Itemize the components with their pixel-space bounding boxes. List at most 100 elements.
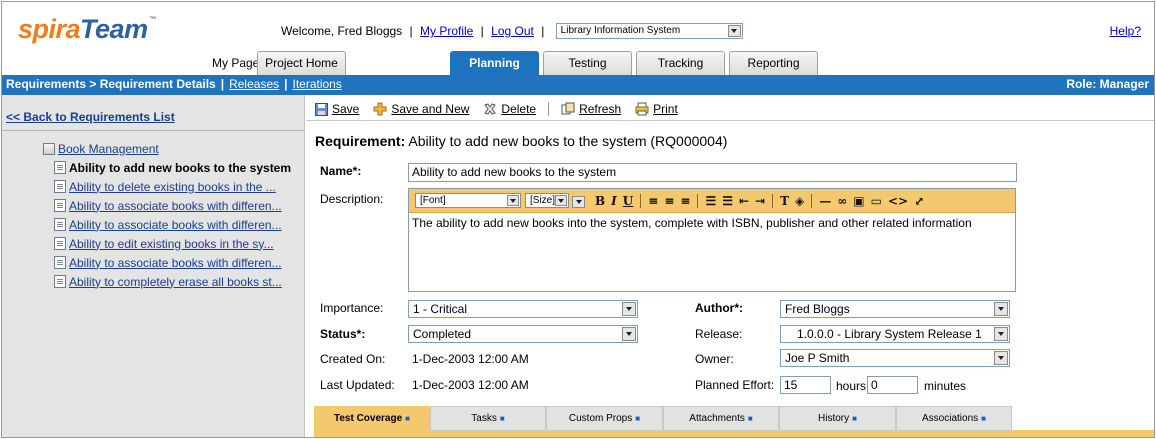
log-out-link[interactable]: Log Out <box>491 24 534 38</box>
image-icon[interactable]: ▣ <box>853 194 864 208</box>
tab-indicator-icon: ■ <box>981 414 986 423</box>
chevron-down-icon[interactable] <box>994 327 1008 341</box>
highlight-icon[interactable]: ◈ <box>795 194 804 208</box>
last-updated-value: 1-Dec-2003 12:00 AM <box>412 378 529 392</box>
effort-minutes-input[interactable]: 0 <box>867 376 918 394</box>
requirement-icon <box>54 256 66 269</box>
welcome-bar: Welcome, Fred Bloggs | My Profile | Log … <box>281 22 743 39</box>
numbered-list-icon[interactable]: ☰ <box>705 194 716 208</box>
breadcrumb-bar: Requirements > Requirement Details | Relea… <box>2 75 1154 95</box>
folder-icon <box>43 142 55 155</box>
tab-testing[interactable]: Testing <box>543 51 632 75</box>
my-page-link[interactable]: My Page <box>212 56 259 70</box>
chevron-down-icon[interactable] <box>622 327 636 341</box>
tab-tasks[interactable]: Tasks ■ <box>430 406 546 431</box>
tab-indicator-icon: ■ <box>405 414 411 423</box>
tab-test-coverage[interactable]: Test Coverage ■ <box>314 406 430 431</box>
tree-item[interactable]: Ability to add new books to the system <box>43 158 291 177</box>
tab-attachments[interactable]: Attachments ■ <box>663 406 779 431</box>
align-left-icon[interactable]: ≡ <box>648 194 658 208</box>
help-link[interactable]: Help? <box>1110 24 1141 38</box>
editor-toolbar: [Font] [Size] B I U ≡ ≡ ≡ ☰ ☰ ⇤ ⇥ T ◈ — … <box>409 189 1015 213</box>
italic-icon[interactable]: I <box>611 194 617 208</box>
back-to-list-link[interactable]: << Back to Requirements List <box>6 110 175 124</box>
tab-planning[interactable]: Planning <box>450 51 539 76</box>
delete-icon <box>483 102 497 116</box>
author-label: Author*: <box>695 301 743 315</box>
chevron-down-icon[interactable] <box>994 351 1008 365</box>
tree-item[interactable]: Ability to associate books with differen… <box>43 196 291 215</box>
indent-icon[interactable]: ⇥ <box>755 194 765 208</box>
owner-select[interactable]: Joe P Smith <box>780 349 1010 367</box>
outdent-icon[interactable]: ⇤ <box>739 194 749 208</box>
planned-effort-label: Planned Effort: <box>695 378 775 392</box>
owner-label: Owner: <box>695 352 734 366</box>
tree-item[interactable]: Ability to completely erase all books st… <box>43 272 291 291</box>
effort-hours-input[interactable]: 15 <box>780 376 831 394</box>
tab-indicator-icon: ■ <box>747 414 753 423</box>
importance-select[interactable]: 1 - Critical <box>408 300 638 318</box>
tree-item[interactable]: Ability to delete existing books in the … <box>43 177 291 196</box>
header: spiraTeam ™ Welcome, Fred Bloggs | My Pro… <box>2 2 1154 76</box>
status-select[interactable]: Completed <box>408 325 638 343</box>
author-select[interactable]: Fred Bloggs <box>780 300 1010 318</box>
font-select[interactable]: [Font] <box>415 193 521 208</box>
chevron-down-icon[interactable] <box>555 195 567 206</box>
role-label: Role: Manager <box>1066 77 1149 91</box>
tree-item[interactable]: Ability to associate books with differen… <box>43 215 291 234</box>
chevron-down-icon[interactable] <box>572 195 585 208</box>
bullet-list-icon[interactable]: ☰ <box>722 194 733 208</box>
print-button[interactable]: Print <box>635 102 678 116</box>
tab-history[interactable]: History ■ <box>779 406 896 431</box>
iterations-link[interactable]: Iterations <box>292 77 341 91</box>
align-center-icon[interactable]: ≡ <box>664 194 674 208</box>
description-editor[interactable]: [Font] [Size] B I U ≡ ≡ ≡ ☰ ☰ ⇤ ⇥ T ◈ — … <box>408 188 1016 292</box>
horizontal-rule-icon[interactable]: — <box>819 194 831 208</box>
name-input[interactable]: Ability to add new books to the system <box>408 163 1017 182</box>
delete-button[interactable]: Delete <box>483 102 536 116</box>
my-profile-link[interactable]: My Profile <box>420 24 473 38</box>
breadcrumb: Requirements > Requirement Details | Relea… <box>6 77 342 91</box>
printer-icon <box>635 102 649 116</box>
created-on-value: 1-Dec-2003 12:00 AM <box>412 352 529 366</box>
tree-item[interactable]: Ability to associate books with differen… <box>43 253 291 272</box>
tab-indicator-icon: ■ <box>635 414 641 423</box>
chevron-down-icon[interactable] <box>994 302 1008 316</box>
project-select[interactable]: Library Information System <box>555 22 743 39</box>
text-color-icon[interactable]: T <box>780 194 789 208</box>
tree-item[interactable]: Ability to edit existing books in the sy… <box>43 234 291 253</box>
description-label: Description: <box>320 192 384 206</box>
save-and-new-button[interactable]: Save and New <box>373 102 469 116</box>
releases-link[interactable]: Releases <box>229 77 279 91</box>
spirateam-logo: spiraTeam ™ <box>18 14 156 44</box>
chevron-down-icon[interactable] <box>727 24 741 37</box>
refresh-icon <box>561 102 575 116</box>
requirement-icon <box>54 161 66 174</box>
link-icon[interactable]: ∞ <box>837 194 847 208</box>
source-code-icon[interactable]: <> <box>888 194 908 208</box>
hours-label: hours <box>836 379 867 393</box>
detail-tabs: Test Coverage ■ Tasks ■ Custom Props ■ Atta… <box>314 406 1154 431</box>
requirements-tree-panel: << Back to Requirements List Book Manage… <box>2 95 305 437</box>
tree-parent[interactable]: Book Management <box>43 139 291 158</box>
tab-custom-props[interactable]: Custom Props ■ <box>546 406 663 431</box>
tab-project-home[interactable]: Project Home <box>257 51 346 75</box>
tab-indicator-icon: ■ <box>499 414 505 423</box>
status-label: Status*: <box>320 327 366 341</box>
tab-reporting[interactable]: Reporting <box>729 51 818 75</box>
chevron-down-icon[interactable] <box>507 195 519 206</box>
requirement-icon <box>54 218 66 231</box>
fullscreen-icon[interactable]: ⤢ <box>914 194 924 208</box>
save-button[interactable]: Save <box>314 102 359 116</box>
underline-icon[interactable]: U <box>623 194 633 208</box>
chevron-down-icon[interactable] <box>622 302 636 316</box>
tab-tracking[interactable]: Tracking <box>636 51 725 75</box>
release-select[interactable]: 1.0.0.0 - Library System Release 1 <box>780 325 1010 343</box>
table-icon[interactable]: ▭ <box>871 194 882 208</box>
size-select[interactable]: [Size] <box>525 193 569 208</box>
refresh-button[interactable]: Refresh <box>561 102 621 116</box>
align-right-icon[interactable]: ≡ <box>680 194 690 208</box>
tab-associations[interactable]: Associations ■ <box>896 406 1012 431</box>
bold-icon[interactable]: B <box>595 194 605 208</box>
description-text[interactable]: The ability to add new books into the sy… <box>409 213 1015 233</box>
